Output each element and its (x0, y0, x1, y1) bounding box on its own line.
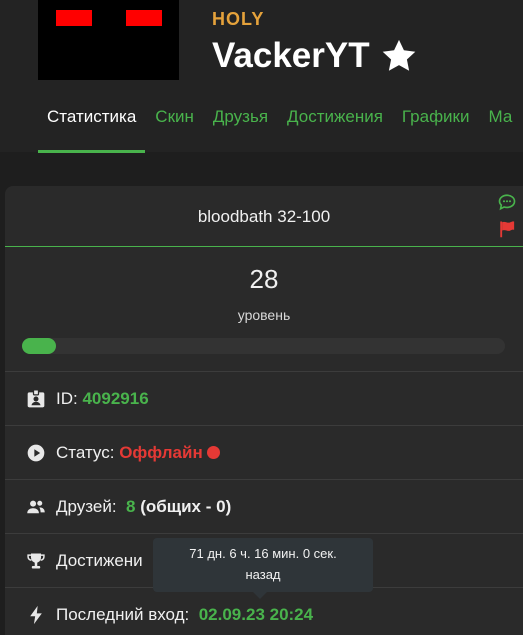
play-icon (27, 444, 45, 461)
tab-statistics[interactable]: Статистика (38, 106, 146, 153)
last-login-value[interactable]: 02.09.23 20:24 (199, 605, 313, 625)
tooltip-arrow (253, 592, 267, 599)
id-value: 4092916 (82, 388, 149, 408)
friends-count[interactable]: 8 (126, 497, 135, 517)
server-name: bloodbath 32-100 (197, 207, 331, 226)
friends-row: Друзей: 8 (общих - 0) (5, 479, 523, 533)
profile-page: HOLY VackerYT Статистика Скин Друзья Дос… (0, 0, 523, 635)
player-rank: HOLY (212, 9, 265, 29)
level-value: 28 (249, 264, 279, 294)
last-login-label: Последний вход: (56, 604, 190, 624)
username-row: VackerYT (212, 34, 418, 78)
avatar-eye-right (126, 10, 162, 26)
player-name: VackerYT (212, 36, 370, 75)
flag-icon[interactable] (498, 220, 516, 238)
tab-skin[interactable]: Скин (155, 106, 194, 152)
tooltip-line-2: назад (245, 567, 281, 582)
friends-common: (общих - 0) (140, 496, 232, 516)
offline-dot (206, 446, 220, 459)
last-login-tooltip: 71 дн. 6 ч. 16 мин. 0 сек. назад (153, 538, 373, 592)
profile-tabs: Статистика Скин Друзья Достижения График… (38, 106, 523, 153)
tab-achievements[interactable]: Достижения (287, 106, 383, 152)
side-actions (498, 193, 518, 247)
status-value: Оффлайн (119, 442, 203, 462)
avatar-eye-left (56, 10, 92, 26)
achievements-label: Достижени (56, 550, 143, 570)
status-label: Статус: (56, 442, 115, 462)
level-label: уровень (237, 307, 291, 323)
status-row: Статус: Оффлайн (5, 425, 523, 479)
tab-friends[interactable]: Друзья (213, 106, 268, 152)
avatar (38, 0, 179, 80)
comment-icon[interactable] (498, 193, 516, 211)
id-row: ID: 4092916 (5, 371, 523, 425)
bolt-icon (30, 605, 42, 624)
friends-label: Друзей: (56, 496, 117, 516)
profile-header: HOLY VackerYT Статистика Скин Друзья Дос… (0, 0, 523, 153)
id-label: ID: (56, 388, 78, 408)
divider (5, 246, 523, 247)
star-icon[interactable] (380, 37, 418, 75)
level-progress-fill (22, 338, 56, 354)
tooltip-line-1: 71 дн. 6 ч. 16 мин. 0 сек. (189, 546, 337, 561)
id-badge-icon (27, 388, 45, 407)
tab-more[interactable]: Ма (488, 106, 512, 152)
users-icon (27, 500, 45, 513)
trophy-icon (27, 553, 45, 568)
level-progress-bar (22, 338, 505, 354)
tab-charts[interactable]: Графики (402, 106, 470, 152)
